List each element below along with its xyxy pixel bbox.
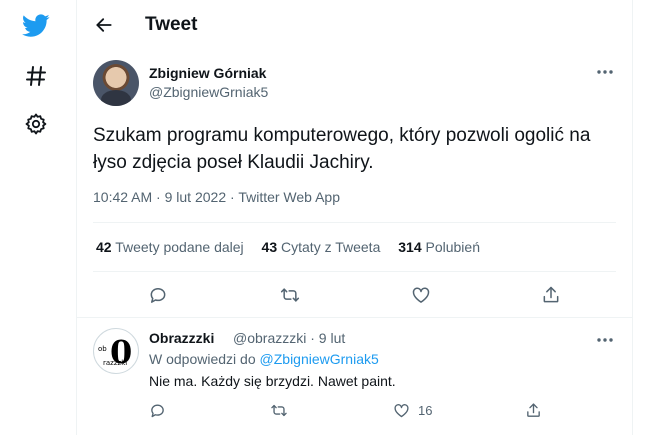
meta-separator: · [230,189,235,205]
retweets-count: 42 [96,239,112,255]
retweets-label: Tweety podane dalej [115,239,244,255]
tweet-date[interactable]: 9 lut 2022 [165,189,227,205]
tweet-actions [77,280,632,310]
more-horizontal-icon[interactable] [594,332,616,348]
reply-like-count: 16 [418,402,433,418]
tweet-stats: 42 Tweety podane dalej 43 Cytaty z Tweet… [96,239,494,255]
reply-author-name[interactable]: Obrazzzki [149,330,214,346]
twitter-bird-icon[interactable] [20,10,52,42]
reply-avatar[interactable]: 0 ob razzzki [93,328,139,374]
tweet-meta: 10:42 AM · 9 lut 2022 · Twitter Web App [93,189,340,205]
left-rail [0,0,74,435]
heart-icon[interactable] [404,280,438,310]
tweet-time[interactable]: 10:42 AM [93,189,152,205]
retweets-stat[interactable]: 42 Tweety podane dalej [96,239,244,255]
arrow-left-icon[interactable] [89,10,119,40]
reply-author-handle[interactable]: @obrazzzki [233,330,306,346]
reply-date[interactable]: 9 lut [319,330,345,346]
reply-text: Nie ma. Każdy się brzydzi. Nawet paint. [149,373,396,389]
reply-to-mention[interactable]: @ZbigniewGrniak5 [260,351,379,367]
main-column: Tweet Zbigniew Górniak @ZbigniewGrniak5 … [76,0,633,435]
hashtag-icon[interactable] [20,60,52,92]
share-icon[interactable] [525,398,542,422]
reply-to-prefix: W odpowiedzi do [149,351,256,367]
author-avatar[interactable] [93,60,139,106]
tweet-client[interactable]: Twitter Web App [238,189,340,205]
reply-author-meta: @obrazzzki · 9 lut [233,330,345,346]
likes-label: Polubień [425,239,481,255]
retweet-icon[interactable] [273,280,307,310]
page-title: Tweet [145,14,198,35]
likes-count: 314 [398,239,422,255]
retweet-icon[interactable] [270,398,288,422]
divider [93,222,616,223]
likes-stat[interactable]: 314 Polubień [398,239,480,255]
quotes-count: 43 [261,239,278,255]
divider [93,271,616,272]
more-horizontal-icon[interactable] [594,64,616,80]
heart-icon [393,402,410,419]
reply-actions: 16 [77,398,632,422]
share-icon[interactable] [534,280,568,310]
quotes-stat[interactable]: 43 Cytaty z Tweeta [262,239,381,255]
like-button[interactable]: 16 [393,398,432,422]
meta-separator: · [156,189,161,205]
gear-icon[interactable] [20,108,52,140]
page: Tweet Zbigniew Górniak @ZbigniewGrniak5 … [0,0,655,435]
meta-separator: · [310,330,315,346]
top-bar: Tweet [77,0,632,52]
tweet-text: Szukam programu komputerowego, który poz… [93,125,591,173]
author-name[interactable]: Zbigniew Górniak [149,65,266,81]
author-handle[interactable]: @ZbigniewGrniak5 [149,84,268,100]
reply-icon[interactable] [141,280,175,310]
quotes-label: Cytaty z Tweeta [281,239,381,255]
reply-tweet[interactable]: 0 ob razzzki Obrazzzki @obrazzzki · 9 lu… [77,318,632,435]
reply-context: W odpowiedzi do @ZbigniewGrniak5 [149,351,379,367]
reply-icon[interactable] [149,398,166,422]
